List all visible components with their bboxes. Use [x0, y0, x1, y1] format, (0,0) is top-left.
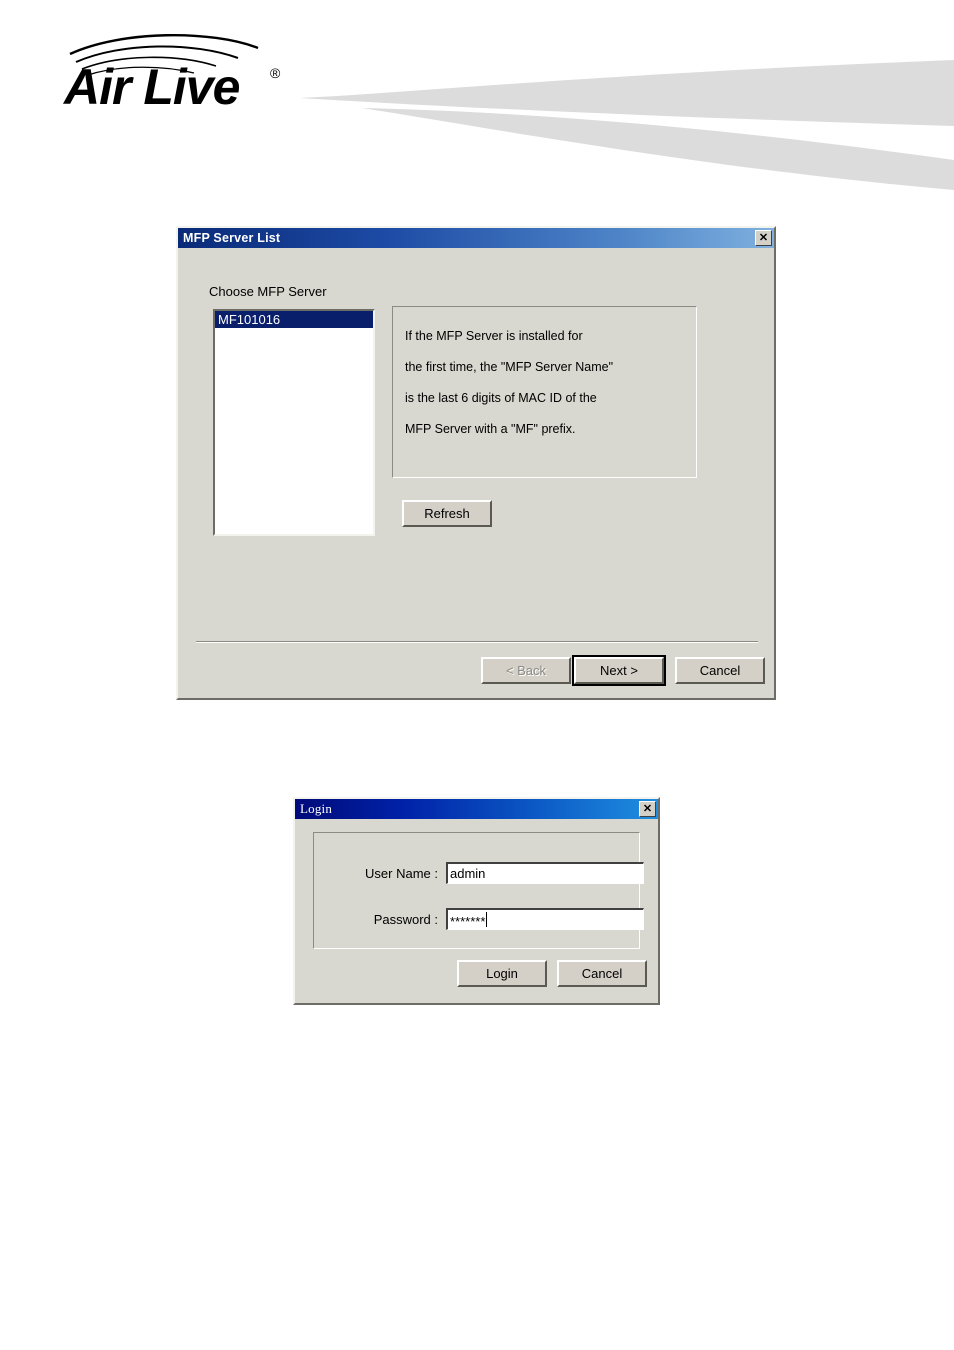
- next-button[interactable]: Next >: [572, 655, 666, 686]
- username-input[interactable]: admin: [446, 862, 644, 884]
- mfp-info-panel: If the MFP Server is installed for the f…: [392, 306, 697, 478]
- login-dialog: Login ✕ User Name : admin Password : ***…: [293, 797, 660, 1005]
- password-input[interactable]: *******: [446, 908, 644, 930]
- back-button[interactable]: < Back: [481, 657, 571, 684]
- mfp-dialog-titlebar[interactable]: MFP Server List ✕: [178, 228, 774, 248]
- info-text-line: the first time, the "MFP Server Name": [405, 360, 614, 374]
- info-text-line: is the last 6 digits of MAC ID of the: [405, 391, 597, 405]
- refresh-button[interactable]: Refresh: [402, 500, 492, 527]
- airlive-logo: Air Live ®: [62, 32, 302, 115]
- password-label: Password :: [373, 911, 438, 927]
- login-dialog-title: Login: [300, 801, 333, 816]
- username-label: User Name :: [365, 865, 438, 881]
- list-item[interactable]: MF101016: [215, 311, 373, 328]
- password-row: Password : *******: [341, 908, 644, 930]
- close-icon[interactable]: ✕: [755, 230, 772, 246]
- username-row: User Name : admin: [341, 862, 644, 884]
- mfp-server-listbox[interactable]: MF101016: [213, 309, 375, 536]
- page-header: Air Live ®: [0, 0, 954, 190]
- mfp-server-list-dialog: MFP Server List ✕ Choose MFP Server MF10…: [176, 226, 776, 700]
- svg-text:®: ®: [270, 65, 281, 81]
- close-icon[interactable]: ✕: [639, 801, 656, 817]
- mfp-dialog-title: MFP Server List: [183, 231, 281, 245]
- login-cancel-button[interactable]: Cancel: [557, 960, 647, 987]
- text-caret: [486, 912, 488, 927]
- svg-text:Air Live: Air Live: [62, 59, 240, 112]
- info-text-line: If the MFP Server is installed for: [405, 329, 583, 343]
- password-value: *******: [450, 914, 486, 929]
- login-fields-group: User Name : admin Password : *******: [313, 832, 644, 949]
- username-value: admin: [450, 866, 486, 881]
- choose-mfp-server-label: Choose MFP Server: [209, 284, 327, 299]
- header-swoosh-graphic: [300, 30, 954, 190]
- info-text-line: MFP Server with a "MF" prefix.: [405, 422, 576, 436]
- login-button[interactable]: Login: [457, 960, 547, 987]
- login-dialog-titlebar[interactable]: Login ✕: [295, 799, 658, 819]
- dialog-separator: [196, 641, 758, 643]
- cancel-button[interactable]: Cancel: [675, 657, 765, 684]
